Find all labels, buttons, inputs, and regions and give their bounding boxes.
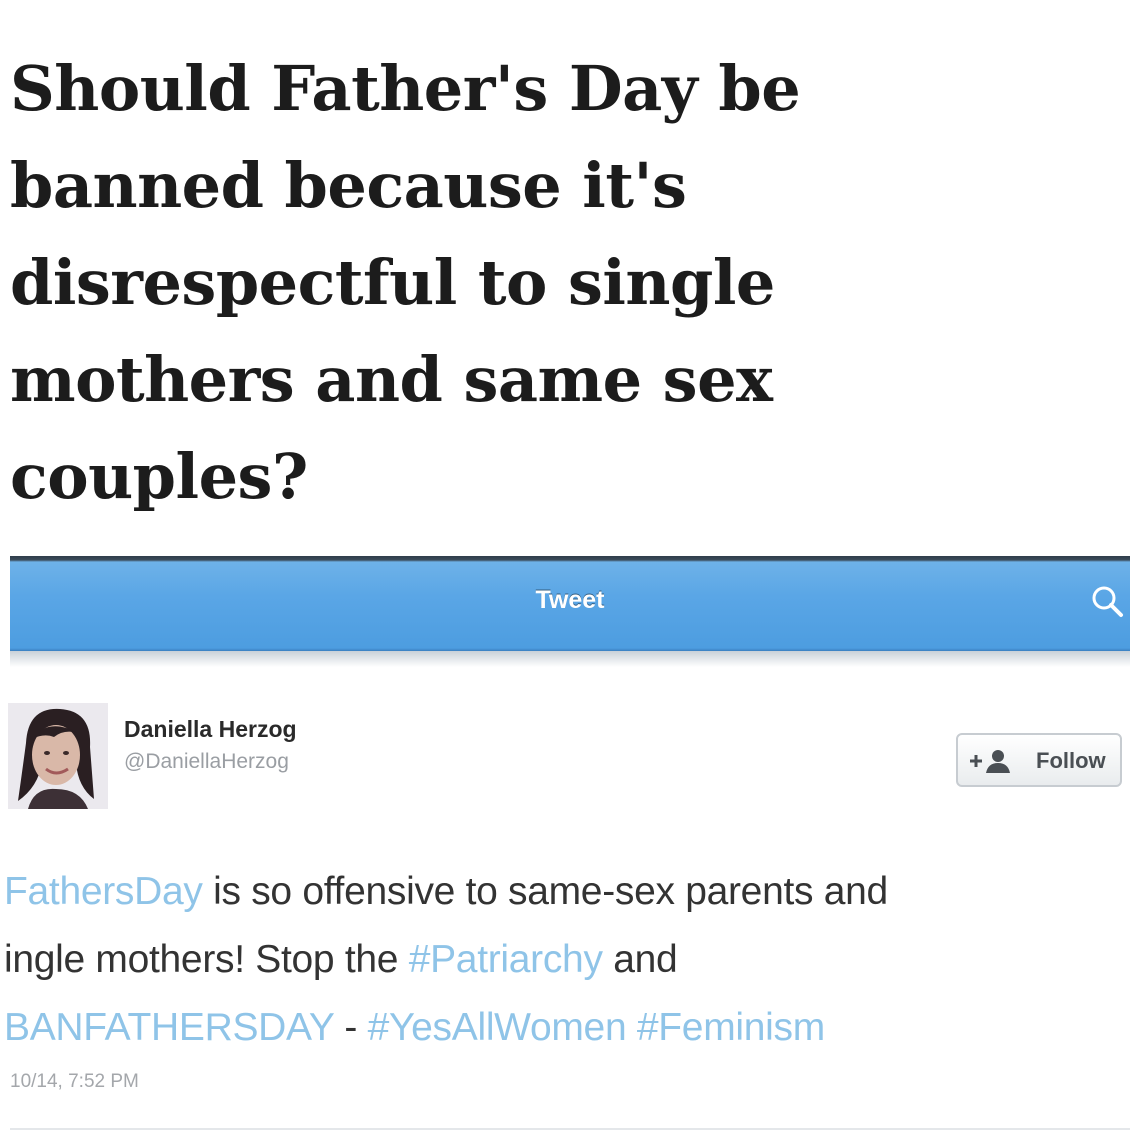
hashtag-link[interactable]: #YesAllWomen [368, 1006, 627, 1049]
tweet-line: FathersDay is so offensive to same-sex p… [4, 858, 1129, 926]
follow-button[interactable]: Follow [956, 733, 1122, 787]
profile-avatar[interactable] [8, 703, 108, 809]
headline-line: mothers and same sex [10, 343, 773, 416]
headline-line: Should Father's Day be [10, 52, 801, 125]
article-headline: Should Father's Day be banned because it… [10, 40, 1010, 525]
twitter-navbar: Tweet [10, 556, 1130, 651]
navbar-shadow [10, 651, 1130, 667]
author-name[interactable]: Daniella Herzog [124, 716, 297, 743]
tweet-line: ingle mothers! Stop the #Patriarchy and [4, 926, 1129, 994]
tweet-text-segment: is so offensive to same-sex parents and [202, 870, 888, 913]
author-handle[interactable]: @DaniellaHerzog [124, 750, 289, 774]
headline-line: couples? [10, 440, 308, 513]
tweet-line: BANFATHERSDAY - #YesAllWomen #Feminism [4, 994, 1129, 1062]
headline-line: disrespectful to single [10, 246, 775, 319]
hashtag-link[interactable]: #Patriarchy [409, 938, 603, 981]
search-icon[interactable] [1090, 584, 1124, 618]
headline-line: banned because it's [10, 149, 687, 222]
follow-label: Follow [1036, 748, 1106, 773]
hashtag-link[interactable]: BANFATHERSDAY [4, 1006, 334, 1049]
tweet-text-segment: - [333, 1006, 368, 1049]
divider [10, 1128, 1130, 1130]
hashtag-link[interactable]: #Feminism [637, 1006, 825, 1049]
tweet-text-segment: ingle mothers! Stop the [4, 938, 409, 981]
tweet-body: FathersDay is so offensive to same-sex p… [4, 858, 1129, 1062]
hashtag-link[interactable]: FathersDay [4, 870, 203, 913]
tweet-text-segment: and [602, 938, 678, 981]
add-user-icon [966, 747, 1018, 775]
navbar-title: Tweet [535, 586, 605, 614]
tweet-text-segment [626, 1006, 637, 1049]
tweet-timestamp[interactable]: 10/14, 7:52 PM [10, 1071, 139, 1093]
